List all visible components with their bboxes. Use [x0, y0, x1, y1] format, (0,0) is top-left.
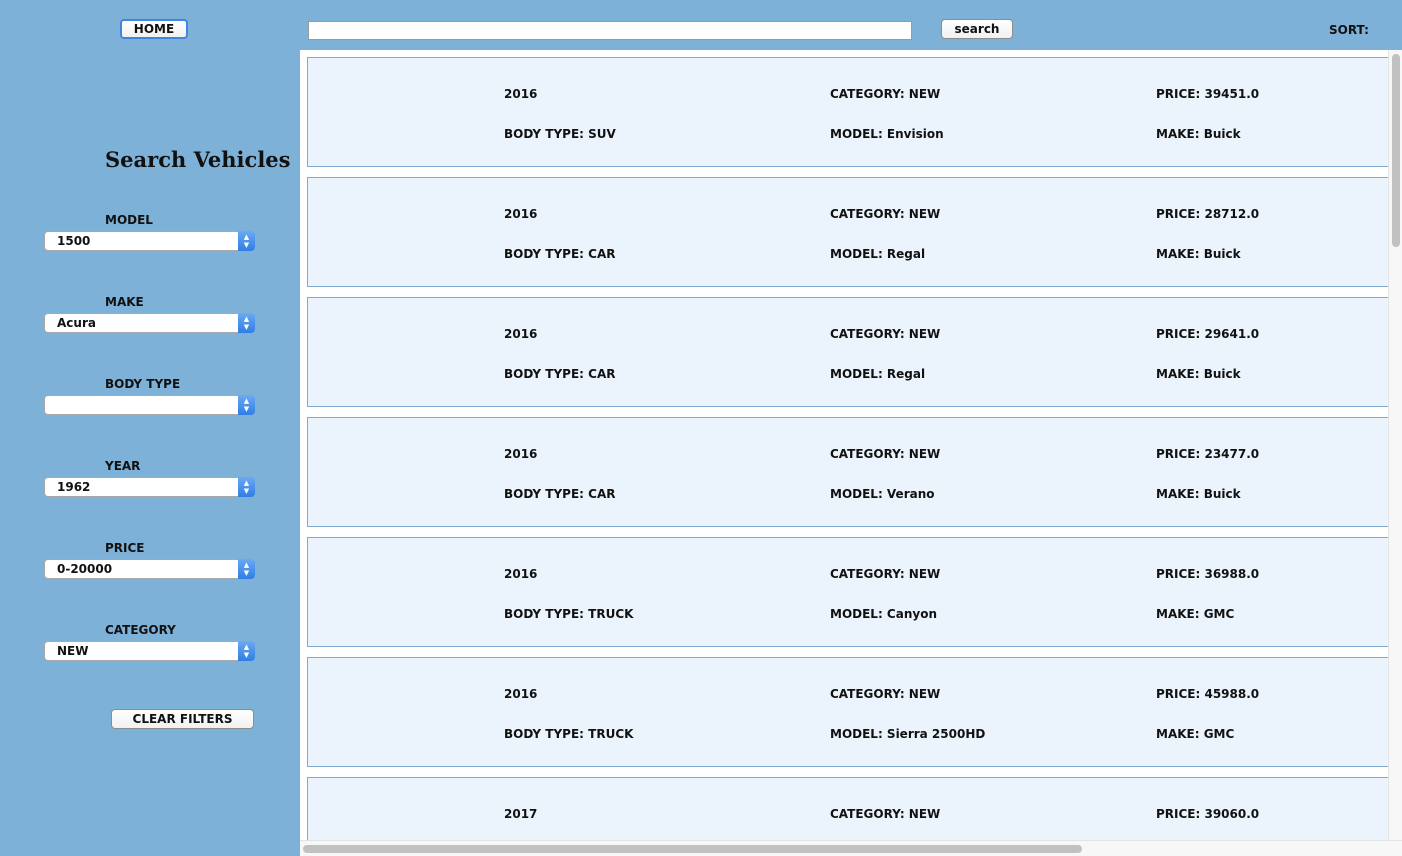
- vehicle-price: PRICE: 29641.0: [1156, 327, 1260, 341]
- select-arrows-icon: ▲ ▼: [238, 231, 255, 251]
- vehicle-year: 2016: [504, 87, 538, 101]
- vehicle-year: 2016: [504, 447, 538, 461]
- vehicle-category: CATEGORY: NEW: [830, 687, 941, 701]
- results-list: 2016 CATEGORY: NEW PRICE: 39451.0 BODY T…: [307, 57, 1388, 856]
- vehicle-make: MAKE: GMC: [1156, 727, 1235, 741]
- vehicle-model: MODEL: Canyon: [830, 607, 937, 621]
- vehicle-card[interactable]: 2016 CATEGORY: NEW PRICE: 28712.0 BODY T…: [307, 177, 1388, 287]
- body-type-select[interactable]: ▲ ▼: [44, 395, 255, 415]
- select-arrows-icon: ▲ ▼: [238, 477, 255, 497]
- vehicle-body-type: BODY TYPE: CAR: [504, 247, 616, 261]
- vehicle-price: PRICE: 28712.0: [1156, 207, 1260, 221]
- vehicle-category: CATEGORY: NEW: [830, 207, 941, 221]
- category-select-value: NEW: [57, 644, 89, 658]
- price-filter-label: PRICE: [105, 541, 145, 555]
- body-type-filter-label: BODY TYPE: [105, 377, 181, 391]
- vehicle-price: PRICE: 36988.0: [1156, 567, 1260, 581]
- vehicle-body-type: BODY TYPE: CAR: [504, 487, 616, 501]
- vehicle-card[interactable]: 2016 CATEGORY: NEW PRICE: 45988.0 BODY T…: [307, 657, 1388, 767]
- clear-filters-button[interactable]: CLEAR FILTERS: [111, 709, 254, 729]
- vehicle-year: 2016: [504, 207, 538, 221]
- vehicle-make: MAKE: Buick: [1156, 367, 1241, 381]
- vehicle-model: MODEL: Regal: [830, 367, 926, 381]
- make-select-value: Acura: [57, 316, 96, 330]
- make-filter-label: MAKE: [105, 295, 144, 309]
- vehicle-make: MAKE: GMC: [1156, 607, 1235, 621]
- year-select[interactable]: 1962 ▲ ▼: [44, 477, 255, 497]
- make-select[interactable]: Acura ▲ ▼: [44, 313, 255, 333]
- select-arrows-icon: ▲ ▼: [238, 313, 255, 333]
- vehicle-make: MAKE: Buick: [1156, 247, 1241, 261]
- vehicle-body-type: BODY TYPE: SUV: [504, 127, 616, 141]
- select-arrows-icon: ▲ ▼: [238, 559, 255, 579]
- model-select[interactable]: 1500 ▲ ▼: [44, 231, 255, 251]
- vehicle-body-type: BODY TYPE: TRUCK: [504, 607, 634, 621]
- vehicle-category: CATEGORY: NEW: [830, 327, 941, 341]
- vehicle-year: 2016: [504, 567, 538, 581]
- vehicle-card[interactable]: 2016 CATEGORY: NEW PRICE: 23477.0 BODY T…: [307, 417, 1388, 527]
- vehicle-price: PRICE: 39060.0: [1156, 807, 1260, 821]
- vehicle-card[interactable]: 2016 CATEGORY: NEW PRICE: 36988.0 BODY T…: [307, 537, 1388, 647]
- vehicle-model: MODEL: Regal: [830, 247, 926, 261]
- vehicle-model: MODEL: Envision: [830, 127, 944, 141]
- vehicle-price: PRICE: 23477.0: [1156, 447, 1260, 461]
- vehicle-category: CATEGORY: NEW: [830, 447, 941, 461]
- price-select-value: 0-20000: [57, 562, 113, 576]
- vertical-scrollbar[interactable]: [1388, 50, 1402, 840]
- vehicle-price: PRICE: 39451.0: [1156, 87, 1260, 101]
- model-select-value: 1500: [57, 234, 91, 248]
- model-filter-label: MODEL: [105, 213, 153, 227]
- vehicle-year: 2016: [504, 687, 538, 701]
- vehicle-model: MODEL: Verano: [830, 487, 935, 501]
- vehicle-body-type: BODY TYPE: TRUCK: [504, 727, 634, 741]
- vehicle-year: 2016: [504, 327, 538, 341]
- horizontal-scrollbar-thumb[interactable]: [303, 845, 1082, 853]
- price-select[interactable]: 0-20000 ▲ ▼: [44, 559, 255, 579]
- year-filter-label: YEAR: [105, 459, 141, 473]
- vehicle-category: CATEGORY: NEW: [830, 87, 941, 101]
- vehicle-price: PRICE: 45988.0: [1156, 687, 1260, 701]
- vehicle-category: CATEGORY: NEW: [830, 567, 941, 581]
- vehicle-body-type: BODY TYPE: CAR: [504, 367, 616, 381]
- search-button[interactable]: search: [941, 19, 1013, 39]
- vehicle-card[interactable]: 2016 CATEGORY: NEW PRICE: 29641.0 BODY T…: [307, 297, 1388, 407]
- category-filter-label: CATEGORY: [105, 623, 176, 637]
- vehicle-year: 2017: [504, 807, 538, 821]
- horizontal-scrollbar[interactable]: [300, 840, 1402, 856]
- results-panel[interactable]: 2016 CATEGORY: NEW PRICE: 39451.0 BODY T…: [300, 50, 1402, 856]
- vehicle-model: MODEL: Sierra 2500HD: [830, 727, 986, 741]
- sidebar-title: Search Vehicles: [105, 147, 291, 172]
- year-select-value: 1962: [57, 480, 91, 494]
- sort-label: SORT:: [1329, 23, 1369, 37]
- home-button[interactable]: HOME: [120, 19, 188, 39]
- vehicle-make: MAKE: Buick: [1156, 127, 1241, 141]
- select-arrows-icon: ▲ ▼: [238, 395, 255, 415]
- search-input[interactable]: [308, 21, 912, 40]
- vehicle-category: CATEGORY: NEW: [830, 807, 941, 821]
- vehicle-make: MAKE: Buick: [1156, 487, 1241, 501]
- select-arrows-icon: ▲ ▼: [238, 641, 255, 661]
- vehicle-card[interactable]: 2016 CATEGORY: NEW PRICE: 39451.0 BODY T…: [307, 57, 1388, 167]
- category-select[interactable]: NEW ▲ ▼: [44, 641, 255, 661]
- vertical-scrollbar-thumb[interactable]: [1392, 54, 1400, 247]
